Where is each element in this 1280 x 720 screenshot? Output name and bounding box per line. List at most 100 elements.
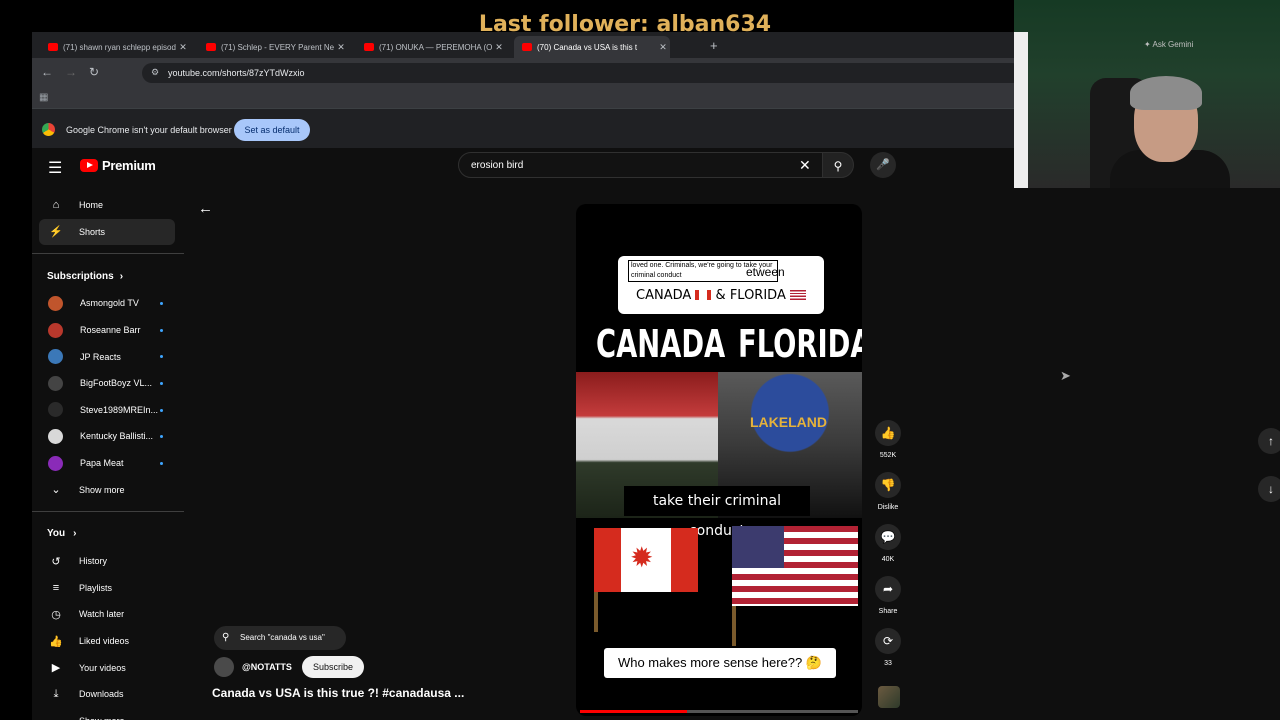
tab-1[interactable]: (71) shawn ryan schlepp episod ✕ (40, 36, 190, 58)
clear-search-icon[interactable]: ✕ (799, 157, 811, 174)
channel-avatar[interactable] (214, 657, 234, 677)
channel-avatar (48, 295, 63, 311)
apps-grid-icon[interactable]: ▦ (39, 92, 48, 103)
tab-2[interactable]: (71) Schlep - EVERY Parent Nee ✕ (198, 36, 348, 58)
progress-fill (580, 710, 688, 713)
downloads-icon: ⤓ (53, 687, 59, 700)
sidebar-subscription-item[interactable]: JP Reacts (32, 343, 184, 370)
sidebar-subscription-item[interactable]: Asmongold TV (32, 290, 184, 317)
chevron-right-icon: › (73, 528, 77, 540)
close-tab-icon[interactable]: ✕ (492, 42, 506, 53)
set-default-button[interactable]: Set as default (234, 119, 310, 141)
sidebar-item-show-more[interactable]: ⌄ Show more (32, 708, 184, 720)
channel-avatar (48, 322, 63, 338)
youtube-favicon-icon (522, 43, 532, 51)
arrow-down-icon: ↓ (1268, 482, 1274, 496)
reload-icon[interactable]: ↻ (89, 65, 99, 79)
like-icon[interactable]: 👍 (875, 420, 901, 446)
back-arrow-icon[interactable]: ← (41, 65, 53, 79)
short-title[interactable]: Canada vs USA is this true ?! #canadausa… (212, 686, 464, 700)
youtube-favicon-icon (48, 43, 58, 51)
tab-label: (71) shawn ryan schlepp episod (63, 42, 176, 52)
url-text[interactable]: youtube.com/shorts/87zYTdWzxio (168, 68, 305, 78)
related-search-chip[interactable]: ⚲ Search "canada vs usa" (214, 626, 346, 650)
video-progress-bar[interactable] (580, 710, 858, 713)
sidebar-item-shorts[interactable]: ⚡ Shorts (39, 218, 175, 246)
sidebar-item-label: History (79, 556, 108, 567)
sidebar-subscription-item[interactable]: Roseanne Barr (32, 317, 184, 344)
chevron-down-icon: ⌄ (51, 484, 61, 497)
action-label: Share (878, 608, 898, 615)
channel-avatar (48, 428, 63, 444)
sidebar-item-liked-videos[interactable]: 👍 Liked videos (32, 628, 184, 655)
you-heading[interactable]: You › (32, 520, 184, 548)
sidebar-item-label: Show more (79, 716, 125, 720)
search-input[interactable]: erosion bird ✕ (458, 152, 824, 178)
remix-action[interactable]: ⟳ 33 (870, 628, 906, 680)
playlists-icon: ≡ (52, 581, 60, 594)
sidebar-item-watch-later[interactable]: ◷ Watch later (32, 601, 184, 628)
video-subtitle: take their criminal conduct (624, 486, 810, 539)
dislike-action[interactable]: 👎 Dislike (870, 472, 906, 524)
subscriptions-heading[interactable]: Subscriptions › (32, 262, 184, 290)
share-action[interactable]: ➦ Share (870, 576, 906, 628)
caption-fragment: etween (746, 265, 785, 279)
home-icon: ⌂ (52, 199, 60, 212)
search-button[interactable]: ⚲ (822, 152, 854, 178)
menu-icon[interactable]: ☰ (48, 158, 62, 178)
omnibox[interactable]: ⚙ youtube.com/shorts/87zYTdWzxio (142, 63, 1022, 83)
tab-label: (71) Schlep - EVERY Parent Nee (221, 42, 334, 52)
chevron-right-icon: › (119, 270, 124, 282)
sidebar-item-history[interactable]: ↺ History (32, 548, 184, 575)
comments-action[interactable]: 💬 40K (870, 524, 906, 576)
sidebar-subscription-item[interactable]: Steve1989MREIn... (32, 397, 184, 424)
forward-arrow-icon[interactable]: → (65, 65, 77, 79)
site-info-icon[interactable]: ⚙ (151, 67, 159, 78)
previous-short-button[interactable]: ↑ (1258, 428, 1280, 454)
close-tab-icon[interactable]: ✕ (656, 42, 670, 53)
sidebar-subscription-item[interactable]: BigFootBoyz VL... (32, 370, 184, 397)
voice-search-button[interactable]: 🎤 (870, 152, 896, 178)
close-tab-icon[interactable]: ✕ (176, 42, 190, 53)
like-action[interactable]: 👍 552K (870, 420, 906, 472)
short-video-player[interactable]: loved one. Criminals, we're going to tak… (576, 204, 862, 716)
search-query[interactable]: erosion bird (471, 160, 523, 171)
search-icon: ⚲ (833, 159, 843, 173)
comments-icon[interactable]: 💬 (875, 524, 901, 550)
action-label: 40K (881, 556, 895, 563)
tab-4-active[interactable]: (70) Canada vs USA is this t ✕ (514, 36, 670, 58)
subscribe-button[interactable]: Subscribe (301, 656, 364, 678)
sidebar-show-more[interactable]: ⌄ Show more (32, 476, 184, 503)
police-badge-text: LAKELAND (750, 414, 827, 430)
microphone-icon: 🎤 (876, 159, 890, 171)
ask-gemini-button[interactable]: ✦ Ask Gemini (1144, 40, 1193, 49)
canada-flag-icon (695, 290, 712, 300)
channel-name[interactable]: @NOTATTS (242, 662, 292, 672)
sidebar-subscription-item[interactable]: Papa Meat (32, 450, 184, 477)
close-tab-icon[interactable]: ✕ (334, 42, 348, 53)
new-content-dot (160, 328, 163, 332)
sidebar-item-playlists[interactable]: ≡ Playlists (32, 575, 184, 602)
back-arrow-icon[interactable]: ← (198, 200, 213, 217)
divider (32, 510, 184, 512)
dislike-icon[interactable]: 👎 (875, 472, 901, 498)
action-label: 552K (879, 452, 897, 459)
youtube-premium-logo[interactable]: Premium (80, 158, 156, 173)
next-short-button[interactable]: ↓ (1258, 476, 1280, 502)
action-label: 33 (884, 660, 892, 667)
sidebar-item-your-videos[interactable]: ▶ Your videos (32, 654, 184, 681)
new-tab-button[interactable]: + (710, 38, 718, 53)
sidebar-item-downloads[interactable]: ⤓ Downloads (32, 681, 184, 708)
youtube-favicon-icon (206, 43, 216, 51)
share-icon[interactable]: ➦ (875, 576, 901, 602)
remix-icon[interactable]: ⟳ (875, 628, 901, 654)
sidebar-item-home[interactable]: ⌂ Home (32, 192, 184, 219)
logo-text: Premium (102, 158, 156, 173)
screen: Last follower: alban634 (71) shawn ryan … (0, 0, 1280, 720)
channel-row: @NOTATTS Subscribe (214, 654, 364, 680)
channel-label: Roseanne Barr (80, 325, 141, 336)
sound-thumbnail[interactable] (878, 686, 900, 708)
left-margin (0, 32, 32, 720)
tab-3[interactable]: (71) ONUKA — PEREMOHA (O ✕ (356, 36, 506, 58)
sidebar-subscription-item[interactable]: Kentucky Ballisti... (32, 423, 184, 450)
